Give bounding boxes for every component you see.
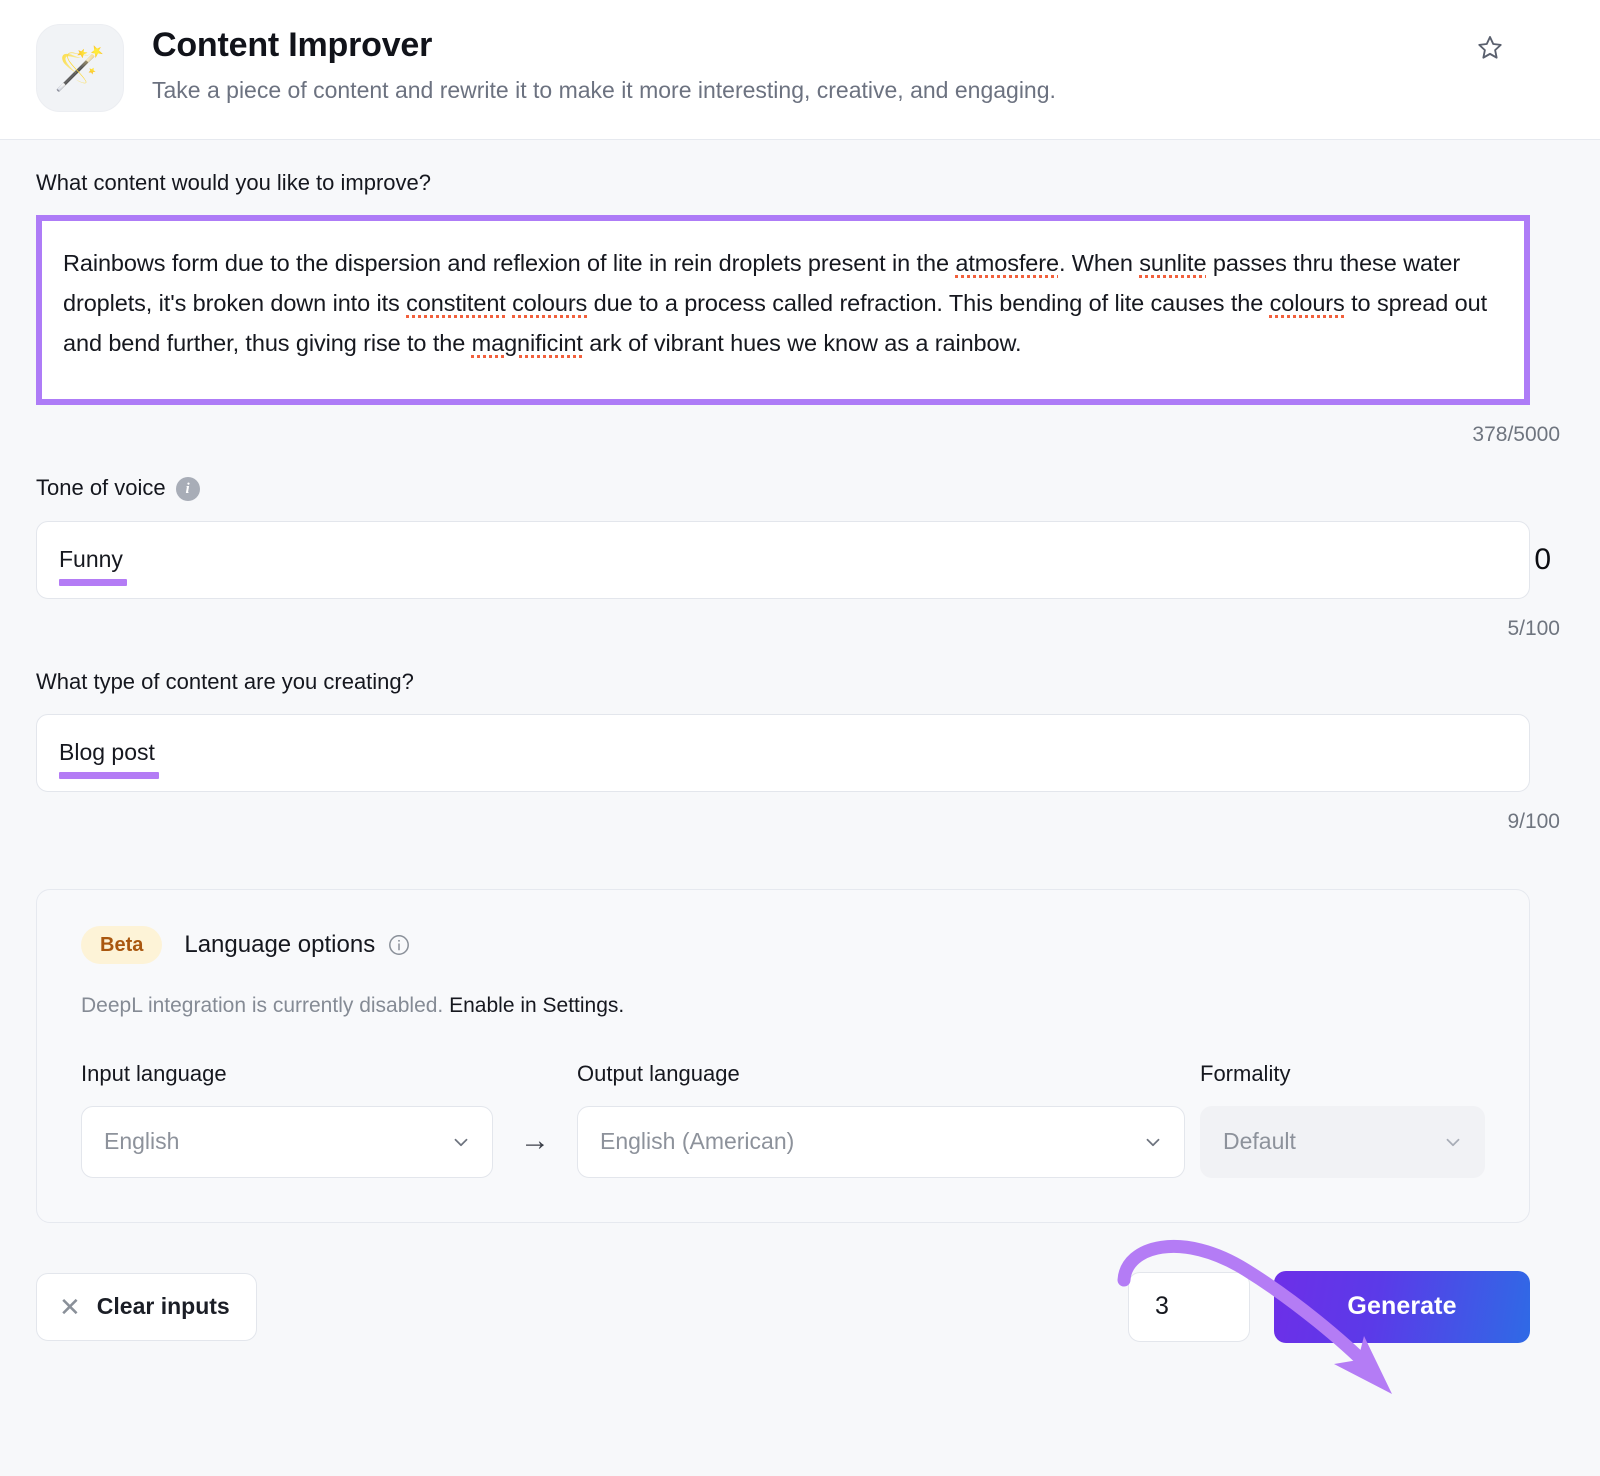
magic-wand-icon: 🪄	[36, 24, 124, 112]
content-field-label: What content would you like to improve?	[36, 170, 1564, 196]
content-textarea-highlight: Rainbows form due to the dispersion and …	[36, 215, 1530, 406]
header-text-block: Content Improver Take a piece of content…	[152, 22, 1576, 106]
tone-field-label: Tone of voice i	[36, 475, 1564, 501]
input-language-select[interactable]: English	[81, 1105, 493, 1178]
input-language-label: Input language	[81, 1061, 227, 1087]
language-direction-arrow-icon: →	[493, 1124, 577, 1178]
input-language-value: English	[104, 1128, 180, 1155]
info-icon[interactable]	[387, 933, 411, 957]
tone-input-value: Funny	[59, 545, 127, 586]
content-type-label-text: What type of content are you creating?	[36, 668, 414, 694]
input-language-group: Input language English	[81, 1061, 493, 1178]
close-x-icon: ✕	[59, 1291, 81, 1322]
deepl-status-note: DeepL integration is currently disabled.…	[81, 992, 1485, 1019]
favorite-star-icon[interactable]	[1470, 28, 1510, 68]
formality-value: Default	[1223, 1128, 1296, 1155]
output-language-group: Output language English (American)	[577, 1061, 1185, 1178]
chevron-down-icon	[454, 1138, 468, 1146]
generation-count-input[interactable]: 3	[1128, 1271, 1250, 1342]
page-title: Content Improver	[152, 26, 433, 64]
output-language-select[interactable]: English (American)	[577, 1105, 1185, 1178]
misspelled-word: atmosfere	[955, 250, 1059, 277]
formality-select[interactable]: Default	[1200, 1105, 1485, 1178]
info-icon[interactable]: i	[175, 476, 200, 501]
clear-inputs-button[interactable]: ✕ Clear inputs	[36, 1272, 257, 1341]
content-text-segment: Rainbows form due to the dispersion and …	[63, 250, 956, 277]
beta-badge: Beta	[81, 926, 163, 965]
language-options-title: Language options	[184, 931, 411, 959]
language-options-header: Beta Language options	[81, 926, 1485, 965]
misspelled-word: colours	[512, 290, 588, 317]
star-outline-icon	[1478, 36, 1502, 59]
content-type-input-value: Blog post	[59, 739, 159, 779]
misspelled-word: magnificint	[471, 330, 583, 357]
content-text-segment: due to a process called refraction. This…	[587, 290, 1270, 317]
content-type-input[interactable]: Blog post	[36, 714, 1530, 793]
misspelled-word: colours	[1269, 290, 1345, 317]
chevron-down-icon	[1446, 1138, 1460, 1146]
form-body: What content would you like to improve? …	[0, 140, 1600, 1373]
content-label-text: What content would you like to improve?	[36, 170, 431, 195]
page-header: 🪄 Content Improver Take a piece of conte…	[0, 0, 1600, 140]
content-textarea[interactable]: Rainbows form due to the dispersion and …	[42, 221, 1524, 400]
content-character-counter: 378/5000	[1472, 423, 1560, 447]
content-type-character-counter: 9/100	[1507, 810, 1560, 834]
clipped-character: 0	[1534, 542, 1551, 576]
generate-button[interactable]: Generate	[1274, 1270, 1530, 1343]
generate-button-label: Generate	[1347, 1292, 1457, 1321]
page-subtitle: Take a piece of content and rewrite it t…	[152, 77, 1056, 104]
deepl-disabled-text: DeepL integration is currently disabled.	[81, 994, 444, 1018]
language-options-title-text: Language options	[184, 931, 376, 959]
tone-character-counter: 5/100	[1507, 616, 1560, 640]
language-options-panel: Beta Language options DeepL integration …	[36, 889, 1530, 1223]
language-selectors-row: Input language English → Output language…	[81, 1061, 1485, 1178]
tone-of-voice-input[interactable]: Funny 0	[36, 520, 1551, 599]
clear-inputs-label: Clear inputs	[96, 1293, 230, 1320]
content-text-segment: ark of vibrant hues we know as a rainbow…	[582, 330, 1022, 357]
footer-actions: 3 Generate	[1128, 1270, 1530, 1343]
content-type-field-label: What type of content are you creating?	[36, 669, 1564, 695]
info-circle-icon	[389, 935, 410, 956]
content-textarea-text: Rainbows form due to the dispersion and …	[63, 243, 1501, 363]
generation-count-value: 3	[1155, 1292, 1169, 1321]
formality-label: Formality	[1200, 1061, 1291, 1087]
chevron-down-icon	[1146, 1138, 1160, 1146]
misspelled-word: constitent	[406, 290, 506, 317]
misspelled-word: sunlite	[1139, 250, 1207, 277]
magic-wand-glyph: 🪄	[53, 45, 107, 92]
arrow-right-glyph: →	[520, 1123, 550, 1157]
tone-label-text: Tone of voice	[36, 475, 166, 501]
content-text-segment: . When	[1058, 250, 1140, 277]
formality-group: Formality Default	[1200, 1061, 1485, 1178]
content-improver-page: 🪄 Content Improver Take a piece of conte…	[0, 0, 1600, 1476]
output-language-value: English (American)	[600, 1128, 795, 1155]
form-footer: ✕ Clear inputs 3 Generate	[36, 1270, 1530, 1373]
enable-in-settings-link[interactable]: Enable in Settings.	[449, 994, 624, 1017]
output-language-label: Output language	[577, 1061, 740, 1087]
